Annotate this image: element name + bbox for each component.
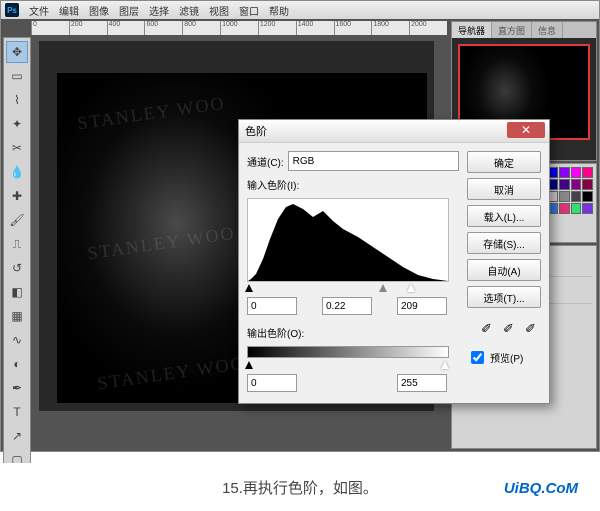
menu-item[interactable]: 文件 bbox=[29, 3, 49, 18]
white-eyedropper-icon[interactable]: ✐ bbox=[525, 321, 541, 337]
output-sliders[interactable] bbox=[247, 361, 447, 371]
gradient-tool[interactable]: ▦ bbox=[6, 305, 28, 327]
type-tool[interactable]: T bbox=[6, 401, 28, 423]
swatch[interactable] bbox=[571, 167, 582, 178]
auto-button[interactable]: 自动(A) bbox=[467, 259, 541, 281]
dialog-title: 色阶 bbox=[245, 123, 267, 139]
menu-item[interactable]: 滤镜 bbox=[179, 3, 199, 18]
swatch[interactable] bbox=[582, 167, 593, 178]
histogram bbox=[247, 198, 449, 282]
brush-tool[interactable]: 🖌 bbox=[6, 209, 28, 231]
watermark: STANLEY WOO bbox=[96, 353, 247, 395]
output-gradient bbox=[247, 346, 449, 358]
crop-tool[interactable]: ✂ bbox=[6, 137, 28, 159]
marquee-tool[interactable]: ▭ bbox=[6, 65, 28, 87]
lasso-tool[interactable]: ⌇ bbox=[6, 89, 28, 111]
eyedropper-tool[interactable]: 💧 bbox=[6, 161, 28, 183]
preview-check[interactable] bbox=[471, 351, 484, 364]
tab-histogram[interactable]: 直方图 bbox=[492, 22, 532, 38]
move-tool[interactable]: ✥ bbox=[6, 41, 28, 63]
heal-tool[interactable]: ✚ bbox=[6, 185, 28, 207]
levels-dialog: 色阶 ✕ 通道(C): RGB 输入色阶(I): 0 bbox=[238, 119, 550, 404]
menu-item[interactable]: 图层 bbox=[119, 3, 139, 18]
channel-select[interactable]: RGB bbox=[288, 151, 459, 171]
watermark: STANLEY WOO bbox=[76, 93, 227, 135]
output-black-slider[interactable] bbox=[245, 361, 253, 369]
swatch[interactable] bbox=[571, 203, 582, 214]
output-white-field[interactable]: 255 bbox=[397, 374, 447, 392]
tools-panel: ✥ ▭ ⌇ ✦ ✂ 💧 ✚ 🖌 ⎍ ↺ ◧ ▦ ∿ ◐ ✒ T ↗ ▢ ✋ 🔍 bbox=[3, 37, 31, 511]
menu-bar: Ps 文件 编辑 图像 图层 选择 滤镜 视图 窗口 帮助 bbox=[1, 1, 599, 19]
cancel-button[interactable]: 取消 bbox=[467, 178, 541, 200]
menu-item[interactable]: 图像 bbox=[89, 3, 109, 18]
output-levels-label: 输出色阶(O): bbox=[247, 325, 304, 340]
ps-logo-icon: Ps bbox=[5, 3, 19, 17]
menu-item[interactable]: 选择 bbox=[149, 3, 169, 18]
menu-item[interactable]: 帮助 bbox=[269, 3, 289, 18]
menu-item[interactable]: 视图 bbox=[209, 3, 229, 18]
stamp-tool[interactable]: ⎍ bbox=[6, 233, 28, 255]
swatch[interactable] bbox=[559, 167, 570, 178]
input-mid-field[interactable]: 0.22 bbox=[322, 297, 372, 315]
input-black-field[interactable]: 0 bbox=[247, 297, 297, 315]
close-button[interactable]: ✕ bbox=[507, 122, 545, 138]
blur-tool[interactable]: ∿ bbox=[6, 329, 28, 351]
ok-button[interactable]: 确定 bbox=[467, 151, 541, 173]
swatch[interactable] bbox=[559, 191, 570, 202]
dialog-titlebar[interactable]: 色阶 ✕ bbox=[239, 120, 549, 143]
pen-tool[interactable]: ✒ bbox=[6, 377, 28, 399]
tab-navigator[interactable]: 导航器 bbox=[452, 22, 492, 38]
save-button[interactable]: 存储(S)... bbox=[467, 232, 541, 254]
swatch[interactable] bbox=[582, 191, 593, 202]
input-levels-label: 输入色阶(I): bbox=[247, 177, 299, 192]
swatch[interactable] bbox=[559, 179, 570, 190]
options-button[interactable]: 选项(T)... bbox=[467, 286, 541, 308]
output-black-field[interactable]: 0 bbox=[247, 374, 297, 392]
path-tool[interactable]: ↗ bbox=[6, 425, 28, 447]
watermark: STANLEY WOO bbox=[86, 223, 237, 265]
white-point-slider[interactable] bbox=[407, 284, 415, 292]
preview-checkbox[interactable]: 预览(P) bbox=[467, 348, 541, 367]
menu-item[interactable]: 编辑 bbox=[59, 3, 79, 18]
swatch[interactable] bbox=[582, 203, 593, 214]
tab-info[interactable]: 信息 bbox=[532, 22, 563, 38]
swatch[interactable] bbox=[582, 179, 593, 190]
horizontal-ruler: 0200400600800100012001400160018002000 bbox=[31, 21, 447, 35]
mid-point-slider[interactable] bbox=[379, 284, 387, 292]
black-eyedropper-icon[interactable]: ✐ bbox=[481, 321, 497, 337]
input-white-field[interactable]: 209 bbox=[397, 297, 447, 315]
eraser-tool[interactable]: ◧ bbox=[6, 281, 28, 303]
swatch[interactable] bbox=[559, 203, 570, 214]
dodge-tool[interactable]: ◐ bbox=[6, 353, 28, 375]
load-button[interactable]: 载入(L)... bbox=[467, 205, 541, 227]
gray-eyedropper-icon[interactable]: ✐ bbox=[503, 321, 519, 337]
input-sliders[interactable] bbox=[247, 284, 447, 294]
swatch[interactable] bbox=[571, 191, 582, 202]
black-point-slider[interactable] bbox=[245, 284, 253, 292]
output-white-slider[interactable] bbox=[441, 361, 449, 369]
wand-tool[interactable]: ✦ bbox=[6, 113, 28, 135]
photoshop-window: Ps 文件 编辑 图像 图层 选择 滤镜 视图 窗口 帮助 0200400600… bbox=[0, 0, 600, 452]
history-brush-tool[interactable]: ↺ bbox=[6, 257, 28, 279]
menu-item[interactable]: 窗口 bbox=[239, 3, 259, 18]
channel-label: 通道(C): bbox=[247, 154, 284, 169]
brand-watermark: UiBQ.CoM bbox=[504, 480, 578, 497]
swatch[interactable] bbox=[571, 179, 582, 190]
